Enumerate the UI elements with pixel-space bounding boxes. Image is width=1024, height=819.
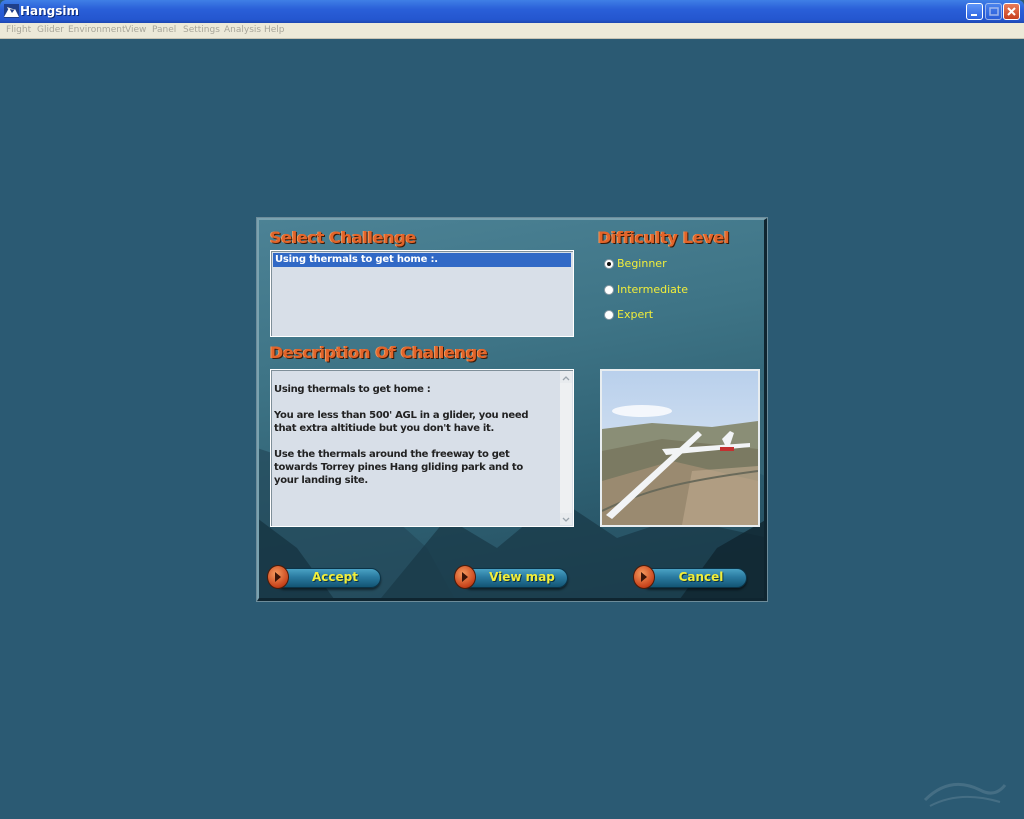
radio-intermediate[interactable]: Intermediate xyxy=(604,283,754,297)
menu-settings[interactable]: Settings xyxy=(183,25,220,35)
title-bar[interactable]: Hangsim xyxy=(0,0,1024,23)
accept-button[interactable]: Accept xyxy=(267,563,383,591)
radio-beginner-label: Beginner xyxy=(617,257,667,270)
menu-analysis[interactable]: Analysis xyxy=(224,25,261,35)
view-map-button[interactable]: View map xyxy=(454,563,570,591)
arrow-cap-icon xyxy=(454,565,476,589)
menu-flight[interactable]: Flight xyxy=(6,25,31,35)
difficulty-level-heading: Difficulty Level xyxy=(598,228,730,247)
description-box[interactable]: Using thermals to get home : You are les… xyxy=(270,369,574,527)
chevron-up-icon xyxy=(562,376,570,381)
minimize-icon xyxy=(971,14,977,16)
cancel-label: Cancel xyxy=(678,570,724,584)
app-icon xyxy=(4,4,19,18)
scroll-down-button[interactable] xyxy=(560,513,572,525)
view-map-label: View map xyxy=(489,570,555,584)
arrow-cap-icon xyxy=(633,565,655,589)
close-icon xyxy=(1007,7,1016,16)
radio-icon[interactable] xyxy=(604,310,614,320)
glider-preview xyxy=(600,369,760,527)
cancel-button[interactable]: Cancel xyxy=(633,563,749,591)
accept-label: Accept xyxy=(312,570,358,584)
description-scrollbar[interactable] xyxy=(560,371,572,525)
window-title: Hangsim xyxy=(20,4,80,18)
challenge-dialog: Select Challenge Using thermals to get h… xyxy=(256,217,768,602)
radio-icon[interactable] xyxy=(604,285,614,295)
radio-expert-label: Expert xyxy=(617,308,654,321)
menu-help[interactable]: Help xyxy=(264,25,285,35)
menu-view[interactable]: View xyxy=(125,25,146,35)
menu-bar: Flight Glider Environment View Panel Set… xyxy=(0,23,1024,39)
chevron-down-icon xyxy=(562,517,570,522)
challenge-list-item[interactable]: Using thermals to get home :. xyxy=(273,253,571,267)
watermark-logo xyxy=(923,782,1007,807)
close-button[interactable] xyxy=(1003,3,1020,20)
radio-beginner[interactable]: Beginner xyxy=(604,257,754,271)
menu-glider[interactable]: Glider xyxy=(37,25,64,35)
select-challenge-heading: Select Challenge xyxy=(270,228,417,247)
arrow-cap-icon xyxy=(267,565,289,589)
description-heading: Description Of Challenge xyxy=(270,343,488,362)
menu-environment[interactable]: Environment xyxy=(68,25,125,35)
menu-panel[interactable]: Panel xyxy=(152,25,176,35)
challenge-list[interactable]: Using thermals to get home :. xyxy=(270,250,574,337)
scroll-up-button[interactable] xyxy=(560,371,572,383)
maximize-button[interactable] xyxy=(985,3,1002,20)
minimize-button[interactable] xyxy=(966,3,983,20)
radio-expert[interactable]: Expert xyxy=(604,308,754,322)
radio-icon[interactable] xyxy=(604,259,614,269)
description-text: Using thermals to get home : You are les… xyxy=(274,384,529,486)
radio-intermediate-label: Intermediate xyxy=(617,283,688,296)
maximize-icon xyxy=(989,7,999,16)
